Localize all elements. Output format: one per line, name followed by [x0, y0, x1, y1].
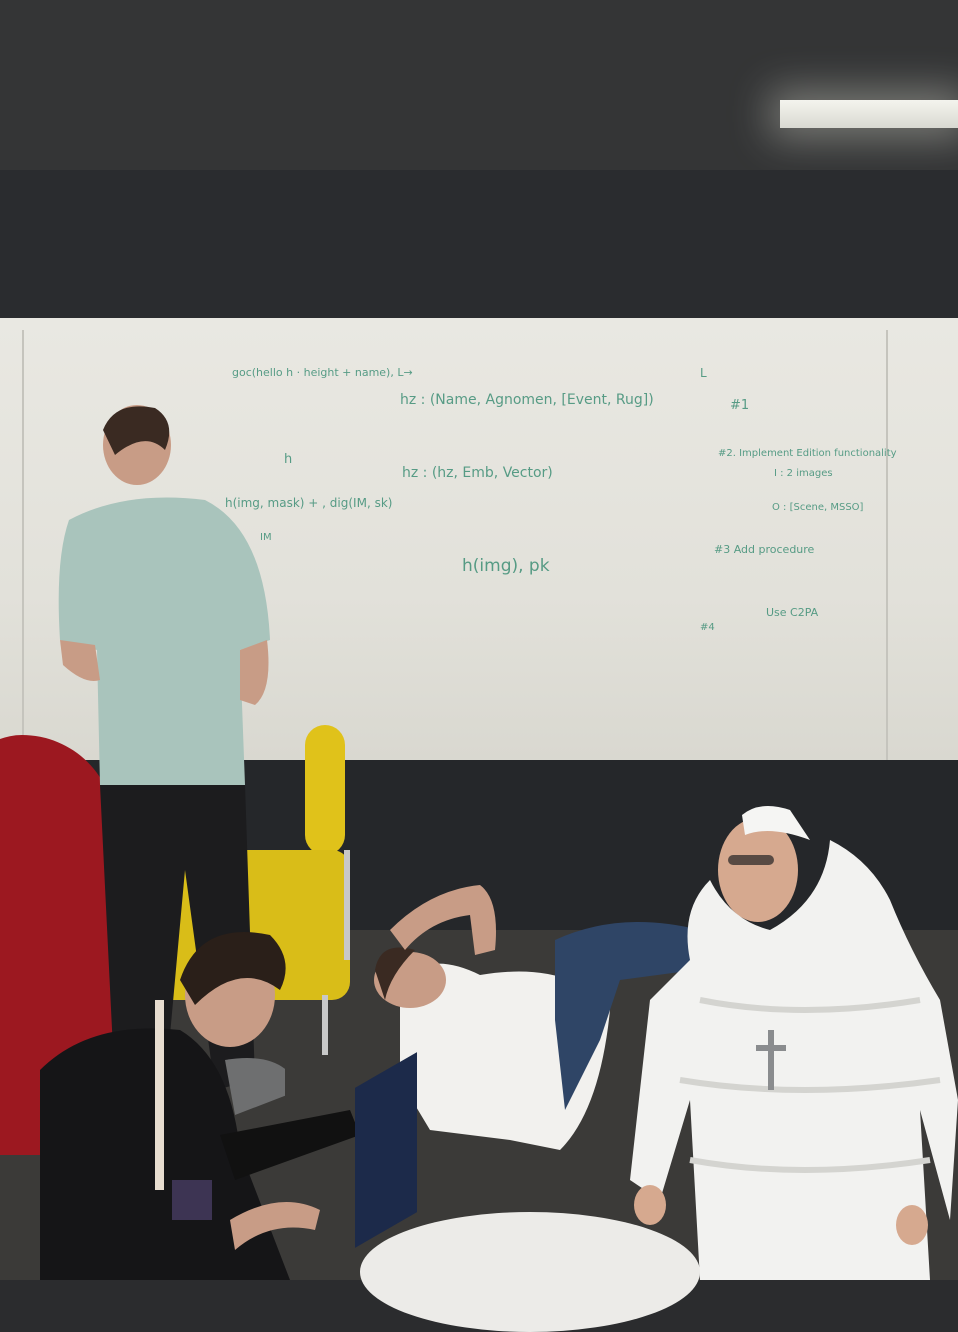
whiteboard-note: hz : (Name, Agnomen, [Event, Rug]) — [400, 392, 654, 408]
yellow-chair-back — [305, 725, 345, 855]
left-arm — [60, 640, 100, 681]
photo-scene: goc(hello h · height + name), L→ hz : (N… — [0, 0, 958, 1332]
whiteboard-seam — [886, 330, 888, 760]
whiteboard-note: L — [700, 366, 707, 380]
whiteboard-note: #3 Add procedure — [714, 543, 815, 556]
whiteboard-note: #2. Implement Edition functionality — [718, 448, 897, 459]
whiteboard-note: #1 — [730, 398, 750, 413]
dark-wall-upper — [0, 170, 958, 330]
left-hand — [634, 1185, 666, 1225]
t-shirt — [58, 497, 271, 785]
laptop-keyboard — [220, 1110, 360, 1180]
seated-person — [40, 932, 360, 1280]
whiteboard-seam — [22, 330, 24, 760]
ceiling-light — [780, 100, 958, 128]
glasses — [728, 855, 774, 865]
whiteboard-note: Use C2PA — [766, 606, 819, 619]
lanyard — [155, 1000, 164, 1190]
white-table — [360, 1212, 700, 1332]
crucifix-crossbar — [756, 1045, 786, 1051]
whiteboard-note: O : [Scene, MSSO] — [772, 502, 864, 513]
whiteboard-note: h — [284, 452, 293, 467]
whiteboard-note: goc(hello h · height + name), L→ — [232, 366, 413, 379]
raised-arm — [390, 885, 496, 955]
whiteboard-note: hz : (hz, Emb, Vector) — [402, 465, 553, 481]
crucifix — [768, 1030, 774, 1090]
whiteboard-note: #4 — [700, 622, 715, 633]
figure-white-puffer-coat — [630, 806, 958, 1280]
right-hand — [896, 1205, 928, 1245]
right-arm — [240, 640, 269, 705]
whiteboard-note: h(img), pk — [462, 556, 550, 576]
whiteboard-note: I : 2 images — [774, 468, 833, 479]
ceiling — [0, 0, 958, 170]
face — [718, 818, 798, 922]
badge — [172, 1180, 212, 1220]
